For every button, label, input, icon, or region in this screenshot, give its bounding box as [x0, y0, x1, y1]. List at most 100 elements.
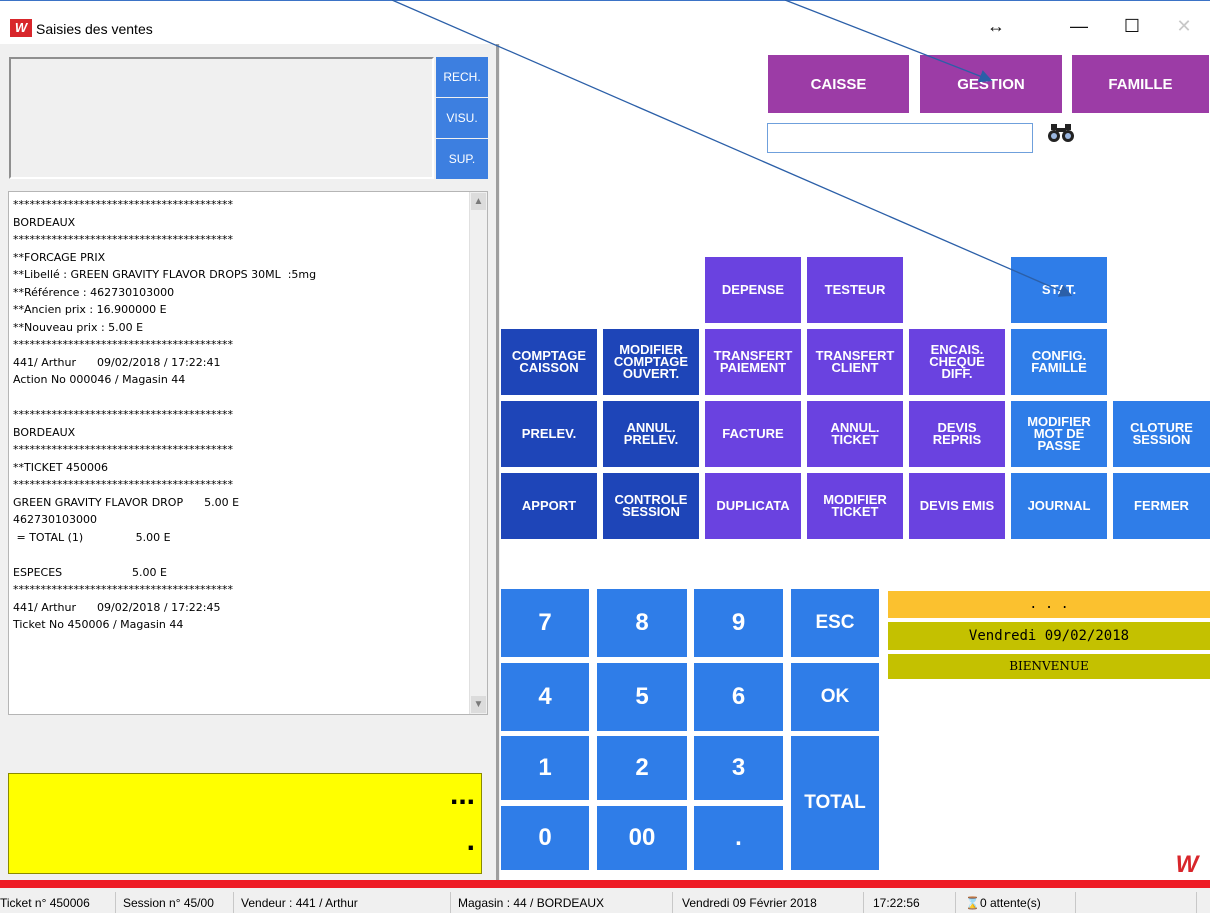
total-button[interactable]: TOTAL: [791, 736, 879, 870]
scroll-down-icon[interactable]: ▼: [471, 696, 486, 713]
log-line: **Nouveau prix : 5.00 E: [13, 320, 144, 334]
ticket-list-box[interactable]: [9, 57, 434, 179]
red-divider: [0, 880, 1210, 888]
log-line: = TOTAL (1) 5.00 E: [13, 530, 171, 544]
key-1[interactable]: 1: [501, 736, 589, 800]
status-date: Vendredi 09 Février 2018: [682, 896, 817, 910]
move-icon[interactable]: ↔: [981, 11, 1011, 41]
annul-ticket-button[interactable]: ANNUL. TICKET: [807, 401, 903, 467]
log-line: **Ancien prix : 16.900000 E: [13, 303, 167, 316]
testeur-button[interactable]: TESTEUR: [807, 257, 903, 323]
minimize-button[interactable]: —: [1064, 11, 1094, 41]
encais-cheque-button[interactable]: ENCAIS. CHEQUE DIFF.: [909, 329, 1005, 395]
log-line: ****************************************: [13, 478, 233, 491]
app-logo-icon: W: [10, 19, 32, 37]
log-line: ****************************************: [13, 443, 233, 456]
journal-log[interactable]: ****************************************…: [8, 191, 488, 715]
log-line: **TICKET 450006: [13, 460, 109, 474]
status-bar: Ticket n° 450006 Session n° 45/00 Vendeu…: [0, 888, 1210, 913]
binoculars-icon[interactable]: [1041, 121, 1081, 153]
annul-prelev-button[interactable]: ANNUL. PRELEV.: [603, 401, 699, 467]
transfert-paiement-button[interactable]: TRANSFERT PAIEMENT: [705, 329, 801, 395]
prelev-button[interactable]: PRELEV.: [501, 401, 597, 467]
log-line: Ticket No 450006 / Magasin 44: [13, 618, 184, 631]
key-00[interactable]: 00: [597, 806, 687, 870]
log-line: **Référence : 462730103000: [13, 285, 175, 299]
search-input[interactable]: [767, 123, 1033, 153]
amount-display: ... .: [8, 773, 482, 874]
sup-button[interactable]: SUP.: [436, 139, 488, 179]
display-top-text: ...: [449, 778, 475, 811]
apport-button[interactable]: APPORT: [501, 473, 597, 539]
log-line: **Libellé : GREEN GRAVITY FLAVOR DROPS 3…: [13, 268, 317, 281]
famille-button[interactable]: FAMILLE: [1071, 54, 1210, 114]
key-9[interactable]: 9: [694, 589, 783, 657]
panel-divider[interactable]: [496, 44, 499, 880]
duplicata-button[interactable]: DUPLICATA: [705, 473, 801, 539]
status-ticket: Ticket n° 450006: [0, 896, 90, 910]
caisse-button[interactable]: CAISSE: [767, 54, 910, 114]
log-line: 462730103000: [13, 513, 97, 526]
status-time: 17:22:56: [873, 896, 920, 910]
display-bottom-text: .: [466, 824, 475, 857]
key-0[interactable]: 0: [501, 806, 589, 870]
log-line: BORDEAUX: [13, 425, 76, 439]
transfert-client-button[interactable]: TRANSFERT CLIENT: [807, 329, 903, 395]
cloture-session-button[interactable]: CLOTURE SESSION: [1113, 401, 1210, 467]
config-famille-button[interactable]: CONFIG. FAMILLE: [1011, 329, 1107, 395]
log-line: ****************************************: [13, 583, 233, 596]
info-welcome: BIENVENUE: [888, 654, 1210, 679]
close-button[interactable]: ✕: [1169, 11, 1199, 41]
brand-logo-icon: W: [1175, 851, 1199, 878]
maximize-button[interactable]: ☐: [1117, 11, 1147, 41]
modifier-comptage-button[interactable]: MODIFIER COMPTAGE OUVERT.: [603, 329, 699, 395]
key-5[interactable]: 5: [597, 663, 687, 731]
log-line: 441/ Arthur 09/02/2018 / 17:22:45: [13, 600, 221, 614]
log-line: ****************************************: [13, 198, 233, 211]
status-vendeur: Vendeur : 441 / Arthur: [241, 896, 358, 910]
comptage-caisson-button[interactable]: COMPTAGE CAISSON: [501, 329, 597, 395]
status-session: Session n° 45/00: [123, 896, 214, 910]
log-line: 441/ Arthur 09/02/2018 / 17:22:41: [13, 355, 221, 369]
hourglass-icon: ⌛: [965, 896, 980, 910]
controle-session-button[interactable]: CONTROLE SESSION: [603, 473, 699, 539]
info-status-bar: . . .: [888, 591, 1210, 618]
status-attente: 0 attente(s): [980, 896, 1041, 910]
devis-repris-button[interactable]: DEVIS REPRIS: [909, 401, 1005, 467]
log-scrollbar[interactable]: ▲ ▼: [469, 192, 487, 714]
stat-button[interactable]: STAT.: [1011, 257, 1107, 323]
rech-button[interactable]: RECH.: [436, 57, 488, 97]
key-4[interactable]: 4: [501, 663, 589, 731]
log-line: **FORCAGE PRIX: [13, 250, 106, 264]
title-bar: W Saisies des ventes ↔ — ☐ ✕: [0, 0, 1210, 44]
fermer-button[interactable]: FERMER: [1113, 473, 1210, 539]
ok-button[interactable]: OK: [791, 663, 879, 731]
info-date: Vendredi 09/02/2018: [888, 622, 1210, 650]
gestion-button[interactable]: GESTION: [919, 54, 1063, 114]
depense-button[interactable]: DEPENSE: [705, 257, 801, 323]
log-line: Action No 000046 / Magasin 44: [13, 373, 186, 386]
scroll-up-icon[interactable]: ▲: [471, 193, 486, 210]
journal-log-lines: ****************************************…: [13, 196, 468, 634]
log-line: ESPECES 5.00 E: [13, 565, 167, 579]
key-7[interactable]: 7: [501, 589, 589, 657]
journal-button[interactable]: JOURNAL: [1011, 473, 1107, 539]
key-2[interactable]: 2: [597, 736, 687, 800]
modifier-ticket-button[interactable]: MODIFIER TICKET: [807, 473, 903, 539]
window-title: Saisies des ventes: [36, 21, 153, 37]
key-6[interactable]: 6: [694, 663, 783, 731]
facture-button[interactable]: FACTURE: [705, 401, 801, 467]
status-magasin: Magasin : 44 / BORDEAUX: [458, 896, 605, 910]
key-8[interactable]: 8: [597, 589, 687, 657]
esc-button[interactable]: ESC: [791, 589, 879, 657]
key-dot[interactable]: .: [694, 806, 783, 870]
modifier-mdp-button[interactable]: MODIFIER MOT DE PASSE: [1011, 401, 1107, 467]
log-line: GREEN GRAVITY FLAVOR DROP 5.00 E: [13, 495, 240, 509]
devis-emis-button[interactable]: DEVIS EMIS: [909, 473, 1005, 539]
log-line: ****************************************: [13, 338, 233, 351]
key-3[interactable]: 3: [694, 736, 783, 800]
visu-button[interactable]: VISU.: [436, 98, 488, 138]
log-line: BORDEAUX: [13, 215, 76, 229]
